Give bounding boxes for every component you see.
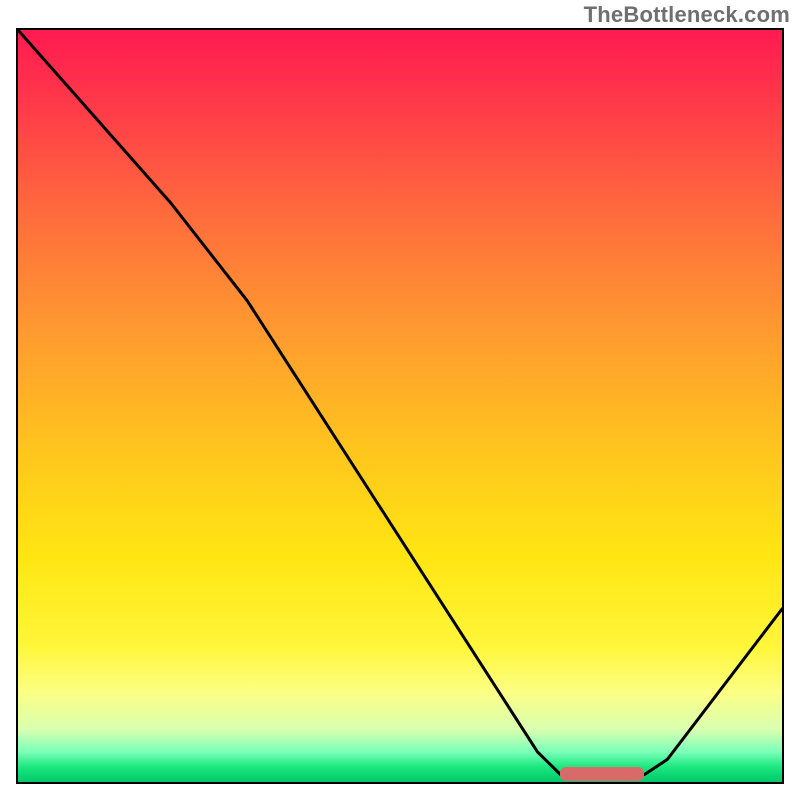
plot-area <box>16 28 784 784</box>
bottleneck-curve <box>18 30 782 782</box>
optimal-marker <box>560 767 644 781</box>
chart-container: TheBottleneck.com <box>0 0 800 800</box>
watermark-text: TheBottleneck.com <box>584 2 790 28</box>
